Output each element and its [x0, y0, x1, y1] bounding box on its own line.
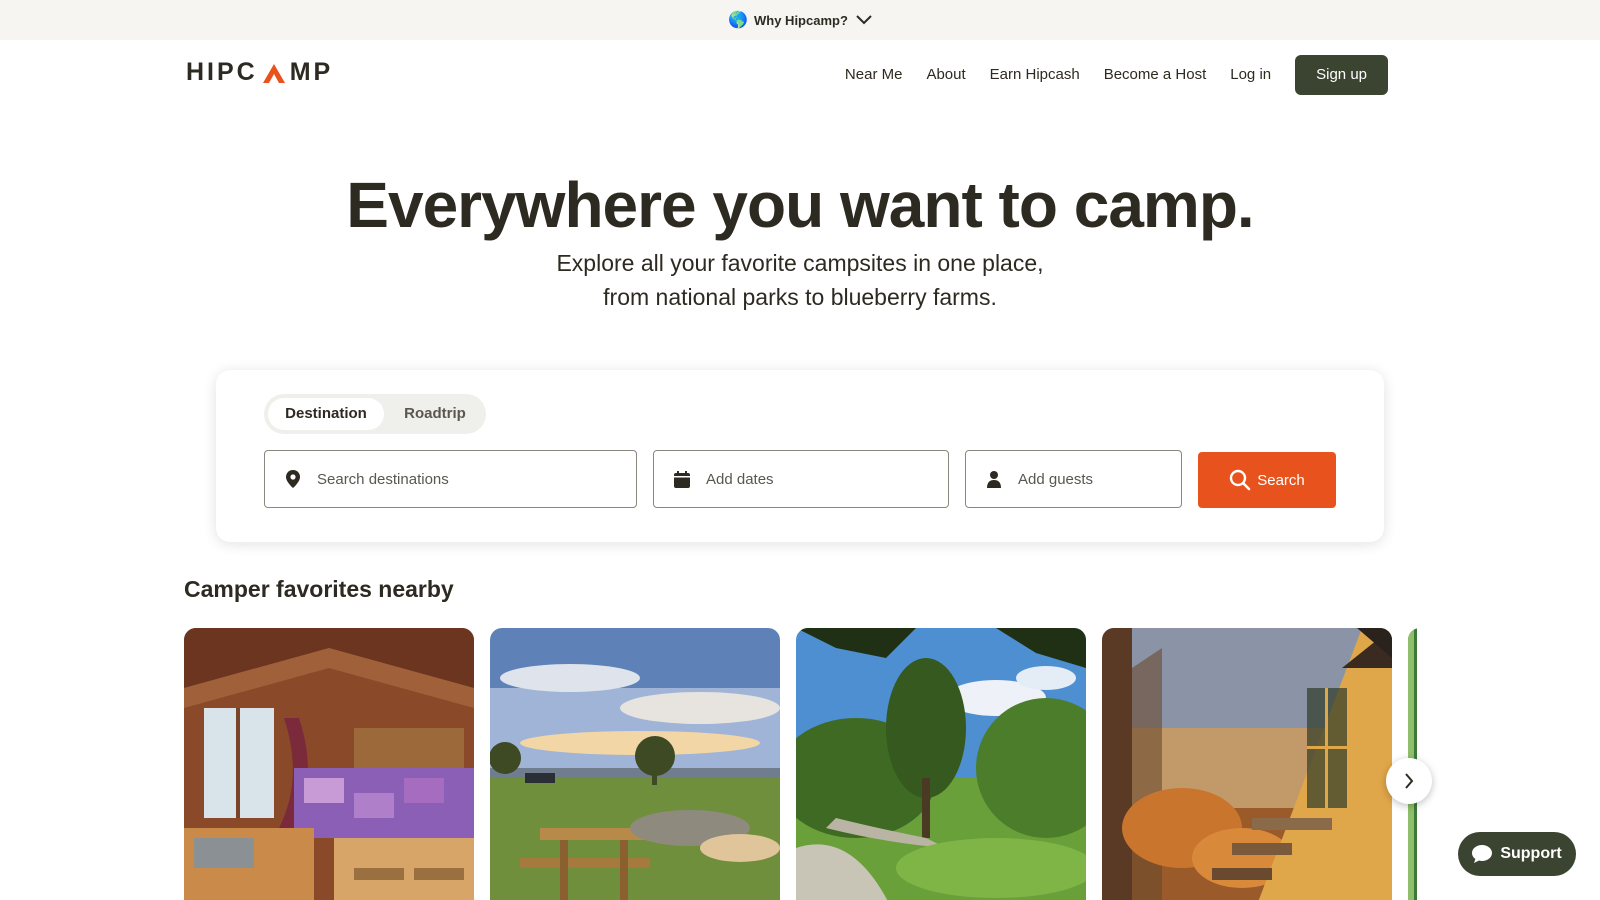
section-title: Camper favorites nearby	[184, 576, 454, 602]
search-button[interactable]: Search	[1198, 452, 1336, 508]
destination-input[interactable]: Search destinations	[317, 471, 449, 488]
nav-become-host[interactable]: Become a Host	[1104, 56, 1207, 94]
globe-icon: 🌎	[728, 12, 748, 29]
person-icon	[984, 469, 1004, 489]
tab-destination[interactable]: Destination	[268, 398, 384, 430]
hero-subtitle-line-1: Explore all your favorite campsites in o…	[556, 250, 1044, 276]
nav-log-in[interactable]: Log in	[1230, 56, 1271, 94]
logo-text-right: MP	[289, 58, 334, 86]
announcement-bar[interactable]: 🌎 Why Hipcamp?	[0, 0, 1600, 40]
calendar-icon	[672, 469, 692, 489]
guests-input[interactable]: Add guests	[1018, 471, 1093, 488]
hilltop-picnic-photo	[490, 628, 780, 900]
search-icon	[1229, 469, 1251, 491]
nav-about[interactable]: About	[926, 56, 965, 94]
search-mode-toggle: Destination Roadtrip	[264, 394, 486, 434]
logo-text-left: HIPC	[186, 58, 258, 86]
campsite-card[interactable]	[184, 628, 474, 900]
dates-input[interactable]: Add dates	[706, 471, 774, 488]
carousel-next-button[interactable]	[1386, 758, 1432, 804]
destination-field[interactable]: Search destinations	[264, 450, 637, 508]
campsite-card[interactable]	[490, 628, 780, 900]
support-button[interactable]: Support	[1458, 832, 1576, 876]
dates-field[interactable]: Add dates	[653, 450, 949, 508]
chevron-right-icon	[1405, 773, 1414, 789]
tab-roadtrip[interactable]: Roadtrip	[388, 398, 482, 430]
tent-icon	[262, 63, 285, 83]
meadow-trees-photo	[796, 628, 1086, 900]
site-header: HIPC MP Near Me About Earn Hipcash Becom…	[0, 40, 1600, 110]
hero-subtitle-line-2: from national parks to blueberry farms.	[603, 284, 997, 310]
hero-subtitle: Explore all your favorite campsites in o…	[0, 246, 1600, 314]
nav-near-me[interactable]: Near Me	[845, 56, 903, 94]
search-card: Destination Roadtrip Search destinations…	[216, 370, 1384, 542]
campsite-card[interactable]	[1102, 628, 1392, 900]
map-pin-icon	[283, 469, 303, 489]
hero-title: Everywhere you want to camp.	[346, 169, 1254, 241]
hipcamp-logo[interactable]: HIPC MP	[186, 58, 333, 87]
campsite-carousel	[184, 628, 1417, 900]
a-frame-cabin-photo	[1102, 628, 1392, 900]
nav-earn-hipcash[interactable]: Earn Hipcash	[990, 56, 1080, 94]
search-button-label: Search	[1257, 471, 1305, 489]
chevron-down-icon[interactable]	[856, 15, 872, 25]
support-label: Support	[1500, 845, 1562, 862]
cabin-interior-photo	[184, 628, 474, 900]
chat-bubble-icon	[1472, 845, 1493, 863]
signup-button[interactable]: Sign up	[1295, 55, 1388, 95]
campsite-card[interactable]	[796, 628, 1086, 900]
main-nav: Near Me About Earn Hipcash Become a Host…	[821, 55, 1388, 95]
guests-field[interactable]: Add guests	[965, 450, 1182, 508]
why-hipcamp-link[interactable]: Why Hipcamp?	[754, 13, 848, 28]
